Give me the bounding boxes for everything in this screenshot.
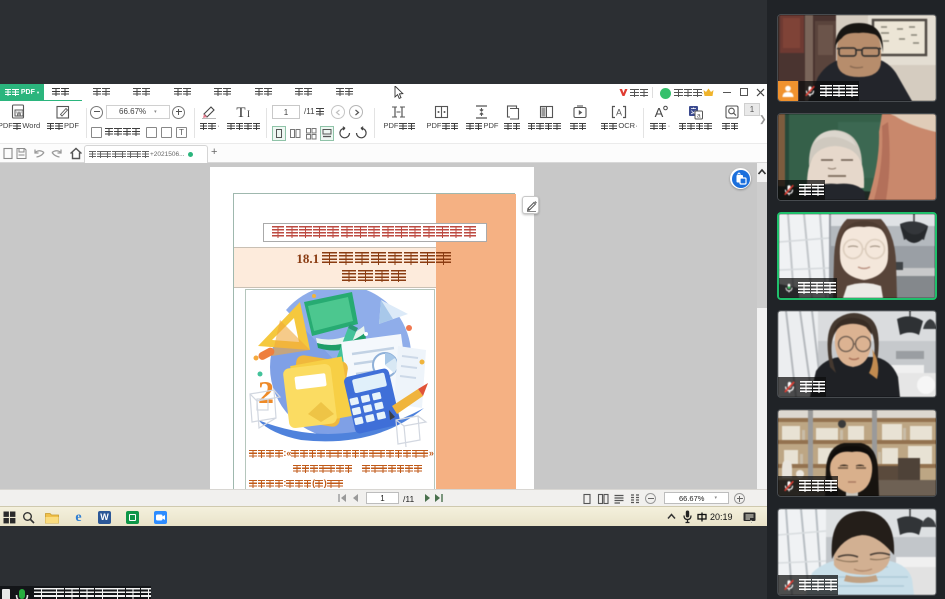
svg-text:W: W <box>16 111 22 117</box>
svg-text:A: A <box>655 105 664 120</box>
svg-text:A: A <box>616 108 622 118</box>
svg-text:a: a <box>697 113 701 120</box>
svg-text:T: T <box>236 105 245 120</box>
svg-text:I: I <box>247 109 250 119</box>
